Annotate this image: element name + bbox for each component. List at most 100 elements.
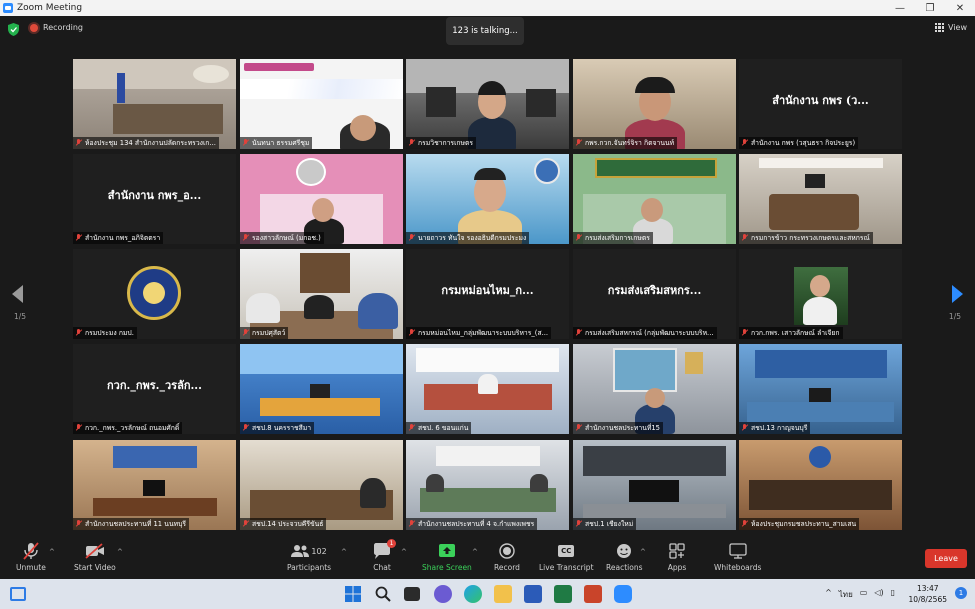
reactions-button[interactable]: Reactions: [606, 541, 642, 572]
view-button[interactable]: View: [935, 23, 967, 32]
previous-page-arrow-icon[interactable]: [12, 285, 23, 303]
video-tile[interactable]: กรมส่งเสริมการเกษตร: [573, 154, 736, 244]
search-icon[interactable]: [374, 585, 392, 603]
muted-mic-icon: [75, 424, 83, 432]
video-tile[interactable]: กรมวิชาการเกษตร: [406, 59, 569, 149]
participant-name: กรมวิชาการเกษตร: [418, 139, 474, 147]
video-tile[interactable]: กรมการข้าว กระทรวงเกษตรและสหกรณ์: [739, 154, 902, 244]
audio-options-chevron-icon[interactable]: ^: [49, 548, 55, 556]
notification-badge[interactable]: 1: [955, 587, 967, 599]
powerpoint-icon[interactable]: [584, 585, 602, 603]
unmute-button[interactable]: Unmute: [16, 541, 46, 572]
chat-button[interactable]: 1 Chat: [372, 539, 396, 572]
word-icon[interactable]: [524, 585, 542, 603]
video-tile[interactable]: กพร.กวก.จันทร์จิรา กิตจานนท์: [573, 59, 736, 149]
muted-microphone-icon: [21, 541, 41, 561]
minimize-button[interactable]: —: [885, 0, 915, 16]
video-tile[interactable]: กรมหม่อนไหม_ก... กรมหม่อนไหม_กลุ่มพัฒนาร…: [406, 249, 569, 339]
live-transcript-label: Live Transcript: [539, 563, 594, 572]
participant-name: กรมปศุสัตว์: [252, 329, 286, 337]
display-icon[interactable]: ▭: [860, 588, 868, 601]
closed-caption-icon: CC: [556, 541, 576, 561]
task-view-icon[interactable]: [404, 587, 420, 601]
video-tile[interactable]: ห้องประชุมกรมชลประทาน_สามเสน: [739, 440, 902, 530]
video-tile[interactable]: สชป.14 ประจวบคีรีขันธ์: [240, 440, 403, 530]
video-tile[interactable]: สชป. 6 ขอนแก่น: [406, 344, 569, 434]
battery-icon[interactable]: ▯: [891, 588, 895, 601]
muted-mic-icon: [408, 139, 416, 147]
video-tile[interactable]: นันทนา ธรรมศรีชุม: [240, 59, 403, 149]
participant-name: สำนักงาน กพร (วสุนธรา กิจประยูร): [751, 139, 856, 147]
participant-name: สำนักงานชลประทานที่15: [585, 424, 660, 432]
video-tile[interactable]: สำนักงานชลประทานที่ 11 นนทบุรี: [73, 440, 236, 530]
participant-name: กรมการข้าว กระทรวงเกษตรและสหกรณ์: [751, 234, 870, 242]
windows-start-icon[interactable]: [344, 585, 362, 603]
apps-icon: [667, 541, 687, 561]
participant-name: สชป.13 กาญจนบุรี: [751, 424, 808, 432]
muted-mic-icon: [741, 520, 749, 528]
video-tile[interactable]: กรมส่งเสริมสหกร... กรมส่งเสริมสหกรณ์ (กล…: [573, 249, 736, 339]
muted-mic-icon: [242, 139, 250, 147]
muted-mic-icon: [741, 424, 749, 432]
share-screen-label: Share Screen: [422, 563, 472, 572]
whiteboards-button[interactable]: Whiteboards: [714, 541, 761, 572]
video-tile[interactable]: สำนักงานชลประทานที่ 4 จ.กำแพงเพชร: [406, 440, 569, 530]
share-screen-button[interactable]: Share Screen: [422, 541, 472, 572]
title-bar: Zoom Meeting — ❐ ✕: [0, 0, 975, 16]
file-explorer-icon[interactable]: [494, 585, 512, 603]
chevron-up-icon[interactable]: ^: [825, 588, 832, 601]
video-tile[interactable]: สำนักงานชลประทานที่15: [573, 344, 736, 434]
share-options-chevron-icon[interactable]: ^: [472, 548, 478, 556]
video-tile[interactable]: สำนักงาน กพร_อ... สำนักงาน กพร_อภิจิตตรา: [73, 154, 236, 244]
excel-icon[interactable]: [554, 585, 572, 603]
video-tile[interactable]: กรมปศุสัตว์: [240, 249, 403, 339]
participants-button[interactable]: 102 Participants: [287, 541, 331, 572]
video-tile[interactable]: สชป.1 เชียงใหม่: [573, 440, 736, 530]
maximize-button[interactable]: ❐: [915, 0, 945, 16]
participant-display-name: สำนักงาน กพร (ว...: [772, 94, 869, 107]
video-tile[interactable]: สำนักงาน กพร (ว... สำนักงาน กพร (วสุนธรา…: [739, 59, 902, 149]
edge-browser-icon[interactable]: [464, 585, 482, 603]
meeting-controls: Unmute ^ Start Video ^ 102 Participants …: [0, 538, 975, 579]
video-tile[interactable]: ห้องประชุม 134 สำนักงานปลัดกระทรวงเก...: [73, 59, 236, 149]
video-tile[interactable]: สชป.13 กาญจนบุรี: [739, 344, 902, 434]
chat-options-chevron-icon[interactable]: ^: [401, 548, 407, 556]
system-clock[interactable]: 13:47 10/8/2565: [909, 583, 947, 605]
apps-button[interactable]: Apps: [667, 541, 687, 572]
close-button[interactable]: ✕: [945, 0, 975, 16]
zoom-app-icon[interactable]: [614, 585, 632, 603]
volume-icon[interactable]: ◁): [874, 588, 883, 601]
video-options-chevron-icon[interactable]: ^: [117, 548, 123, 556]
video-tile[interactable]: นายถาวร ทันใจ รองอธิบดีกรมประมง: [406, 154, 569, 244]
muted-mic-icon: [408, 234, 416, 242]
participants-options-chevron-icon[interactable]: ^: [341, 548, 347, 556]
muted-mic-icon: [242, 234, 250, 242]
language-indicator[interactable]: ไทย: [839, 588, 853, 601]
video-tile[interactable]: กวก._กพร._วรลัก... กวก._กพร._วรลักษณ์ ถน…: [73, 344, 236, 434]
video-tile[interactable]: รองสาวลักษณ์ (มกอช.): [240, 154, 403, 244]
recording-indicator[interactable]: Recording: [30, 23, 83, 32]
widgets-icon[interactable]: [10, 587, 26, 601]
start-video-button[interactable]: Start Video: [74, 541, 116, 572]
record-button[interactable]: Record: [494, 541, 520, 572]
participants-label: Participants: [287, 563, 332, 572]
video-tile[interactable]: กรมประมง กมป.: [73, 249, 236, 339]
live-transcript-button[interactable]: CC Live Transcript: [539, 541, 594, 572]
unmute-label: Unmute: [16, 563, 46, 572]
encryption-shield-icon[interactable]: [8, 23, 19, 36]
participant-name: สชป.8 นครราชสีมา: [252, 424, 312, 432]
whiteboard-icon: [728, 541, 748, 561]
participant-display-name: กรมหม่อนไหม_ก...: [441, 284, 534, 297]
chat-icon: 1: [372, 539, 396, 561]
video-tile[interactable]: สชป.8 นครราชสีมา: [240, 344, 403, 434]
zoom-logo-icon: [3, 3, 13, 13]
participant-name: สชป. 6 ขอนแก่น: [418, 424, 469, 432]
next-page-arrow-icon[interactable]: [952, 285, 963, 303]
start-video-label: Start Video: [74, 563, 116, 572]
teams-chat-icon[interactable]: [434, 585, 452, 603]
muted-mic-icon: [408, 520, 416, 528]
leave-button[interactable]: Leave: [925, 549, 967, 568]
participant-name: สำนักงานชลประทานที่ 4 จ.กำแพงเพชร: [418, 520, 535, 528]
reactions-options-chevron-icon[interactable]: ^: [640, 548, 646, 556]
video-tile[interactable]: กวก.กพร. เสาวลักษณ์ ลำเจียก: [739, 249, 902, 339]
